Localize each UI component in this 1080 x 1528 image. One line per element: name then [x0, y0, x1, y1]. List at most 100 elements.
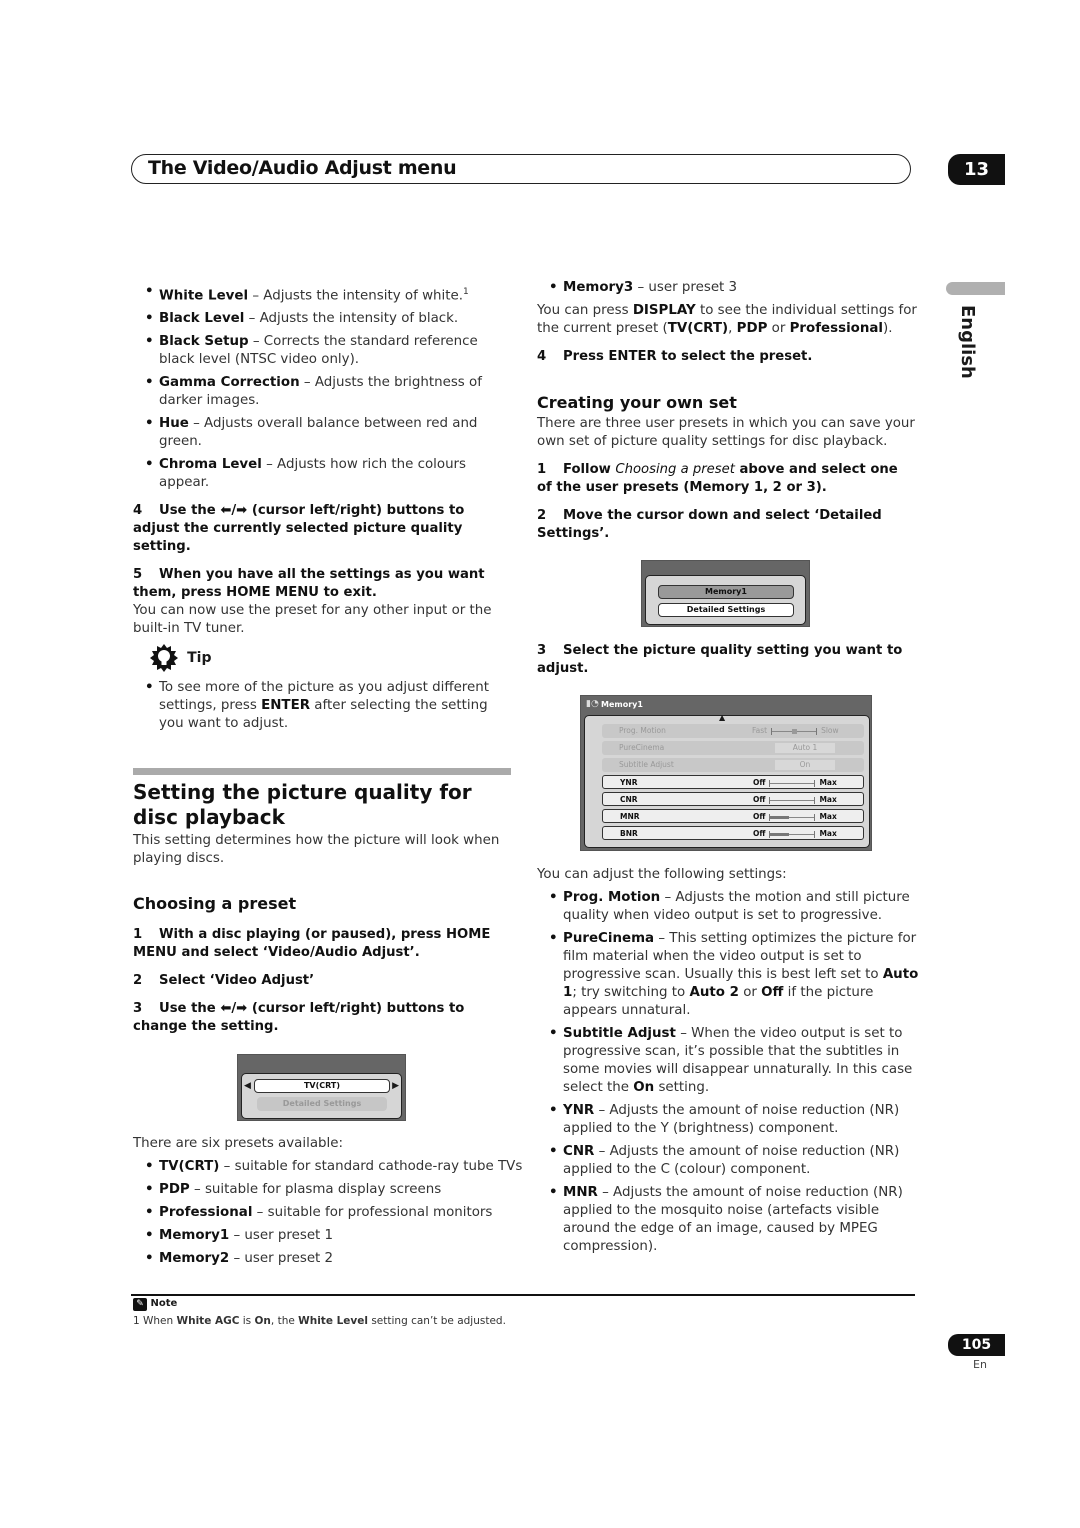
right-column-top: Memory3 – user preset 3 You can press DI…	[537, 279, 917, 366]
level-slider[interactable]	[769, 813, 816, 821]
setting-desc: – Adjusts the amount of noise reduction …	[563, 1103, 900, 1136]
tip-heading: Tip	[150, 644, 211, 672]
setting-label: MNR	[620, 812, 640, 821]
scroll-up-arrow-icon[interactable]: ▲	[719, 713, 725, 722]
slider-knob[interactable]	[792, 728, 798, 734]
setting-description: MNR – Adjusts the amount of noise reduct…	[537, 1184, 922, 1256]
preset-name: Memory1	[159, 1228, 230, 1243]
disc-settings-icon: ▮◔	[586, 699, 599, 709]
setting-desc-part: or	[738, 985, 762, 1000]
setting-bullet: Black Setup – Corrects the standard refe…	[133, 333, 513, 369]
preset-bullet: Memory2 – user preset 2	[133, 1250, 523, 1268]
step-5-left: 5 When you have all the settings as you w…	[133, 567, 485, 601]
footnote-ref: 1	[462, 287, 469, 297]
preset-bullet: Memory1 – user preset 1	[133, 1227, 523, 1245]
right-column-mid: There are three user presets in which yo…	[537, 415, 917, 543]
preset-desc: – user preset 2	[229, 1251, 334, 1266]
slider-min-label: Off	[753, 778, 766, 787]
choosing-steps: 1 With a disc playing (or paused), press …	[133, 926, 513, 1036]
chapter-title: The Video/Audio Adjust menu	[148, 157, 457, 179]
preset-bullet: TV(CRT) – suitable for standard cathode-…	[133, 1158, 523, 1176]
step-3: 3 Use the ⬅/➡ (cursor left/right) buttons…	[133, 1001, 465, 1034]
preset-desc: – suitable for standard cathode-ray tube…	[219, 1159, 523, 1174]
setting-desc: – Adjusts the amount of noise reduction …	[563, 1185, 903, 1254]
slider-max-label: Max	[819, 778, 837, 787]
preset-selector[interactable]: TV(CRT)	[254, 1079, 390, 1093]
setting-label: CNR	[620, 795, 638, 804]
subsection-creating-own-set: Creating your own set	[537, 393, 737, 412]
slider-fill	[770, 815, 790, 819]
bullet-term: White Level	[159, 288, 249, 304]
setting-slider-group: Off Max	[753, 810, 837, 824]
step-3-right: 3 Select the picture quality setting you …	[537, 643, 903, 676]
bullet-term: Black Setup	[159, 334, 249, 350]
setting-description: Prog. Motion – Adjusts the motion and st…	[537, 889, 922, 925]
preset-screen: ◀ TV(CRT) ▶ Detailed Settings	[237, 1054, 406, 1121]
left-column: White Level – Adjusts the intensity of w…	[133, 283, 513, 638]
step-4-right: 4 Press ENTER to select the preset.	[537, 349, 813, 364]
presets-list: There are six presets available: TV(CRT)…	[133, 1135, 523, 1268]
setting-desc: – Adjusts the amount of noise reduction …	[563, 1144, 900, 1177]
setting-slider-group: Off Max	[753, 827, 837, 841]
level-slider[interactable]	[771, 727, 818, 735]
slider-fill	[770, 832, 790, 836]
note-divider	[131, 1294, 915, 1296]
setting-label: YNR	[620, 778, 638, 787]
setting-term: MNR	[563, 1185, 598, 1200]
slider-max-label: Slow	[821, 726, 839, 735]
preset-memory3: Memory3 – user preset 3	[537, 279, 917, 297]
section-intro: This setting determines how the picture …	[133, 833, 500, 866]
setting-description: PureCinema – This setting optimizes the …	[537, 930, 922, 1020]
step-3-right-wrap: 3 Select the picture quality setting you …	[537, 642, 917, 678]
bullet-term: Black Level	[159, 311, 245, 327]
level-slider[interactable]	[769, 830, 816, 838]
setting-row-cnr[interactable]: CNR Off Max	[602, 792, 864, 806]
chapter-number: 13	[948, 154, 1005, 185]
setting-row-subtitle-adjust[interactable]: Subtitle Adjust On	[602, 758, 864, 772]
level-slider[interactable]	[769, 779, 816, 787]
preset-desc: – suitable for professional monitors	[252, 1205, 493, 1220]
bullet-desc: – Adjusts overall balance between red an…	[159, 416, 478, 450]
detailed-settings-item[interactable]: Detailed Settings	[658, 603, 794, 617]
setting-description: YNR – Adjusts the amount of noise reduct…	[537, 1102, 922, 1138]
tip-body: To see more of the picture as you adjust…	[133, 679, 513, 733]
pencil-icon: ✎	[133, 1298, 147, 1311]
preset-name: Professional	[159, 1205, 253, 1220]
step-5-body: You can now use the preset for any other…	[133, 603, 492, 637]
preset-name: PDP	[159, 1182, 190, 1197]
setting-row-prog-motion[interactable]: Prog. Motion Fast Slow	[602, 724, 864, 738]
setting-bullet: Black Level – Adjusts the intensity of b…	[133, 310, 513, 328]
chapter-header: The Video/Audio Adjust menu	[131, 154, 911, 184]
bullet-term: Chroma Level	[159, 457, 262, 473]
setting-term: YNR	[563, 1103, 595, 1118]
language-tab-marker	[946, 282, 1005, 295]
step-2-right: 2 Move the cursor down and select ‘Detail…	[537, 508, 882, 541]
setting-row-mnr[interactable]: MNR Off Max	[602, 809, 864, 823]
setting-desc-part: Auto 2	[689, 985, 739, 1000]
setting-row-bnr[interactable]: BNR Off Max	[602, 826, 864, 840]
display-note: You can press DISPLAY to see the individ…	[537, 303, 917, 336]
memory1-item[interactable]: Memory1	[658, 585, 794, 599]
setting-row-purecinema[interactable]: PureCinema Auto 1	[602, 741, 864, 755]
bullet-term: Hue	[159, 416, 189, 432]
preset-bullet: PDP – suitable for plasma display screen…	[133, 1181, 523, 1199]
preset-bullet: Professional – suitable for professional…	[133, 1204, 523, 1222]
slider-min-label: Off	[753, 812, 766, 821]
setting-bullet: Hue – Adjusts overall balance between re…	[133, 415, 513, 451]
detailed-settings-item[interactable]: Detailed Settings	[257, 1097, 387, 1111]
slider-max-label: Max	[819, 795, 837, 804]
setting-value: Auto 1	[775, 743, 835, 753]
bullet-term: Gamma Correction	[159, 375, 300, 391]
subsection-choosing-preset: Choosing a preset	[133, 894, 297, 913]
note-heading: ✎ Note	[133, 1298, 177, 1311]
preset-desc: – user preset 1	[229, 1228, 334, 1243]
slider-min-label: Off	[753, 829, 766, 838]
slider-max-label: Max	[819, 829, 837, 838]
setting-label: Prog. Motion	[619, 726, 666, 735]
lightbulb-gear-icon	[150, 644, 178, 672]
level-slider[interactable]	[769, 796, 816, 804]
slider-min-label: Off	[753, 795, 766, 804]
setting-row-ynr[interactable]: YNR Off Max	[602, 775, 864, 789]
screen-title: Memory1	[601, 700, 643, 709]
setting-bullet: White Level – Adjusts the intensity of w…	[133, 283, 513, 305]
